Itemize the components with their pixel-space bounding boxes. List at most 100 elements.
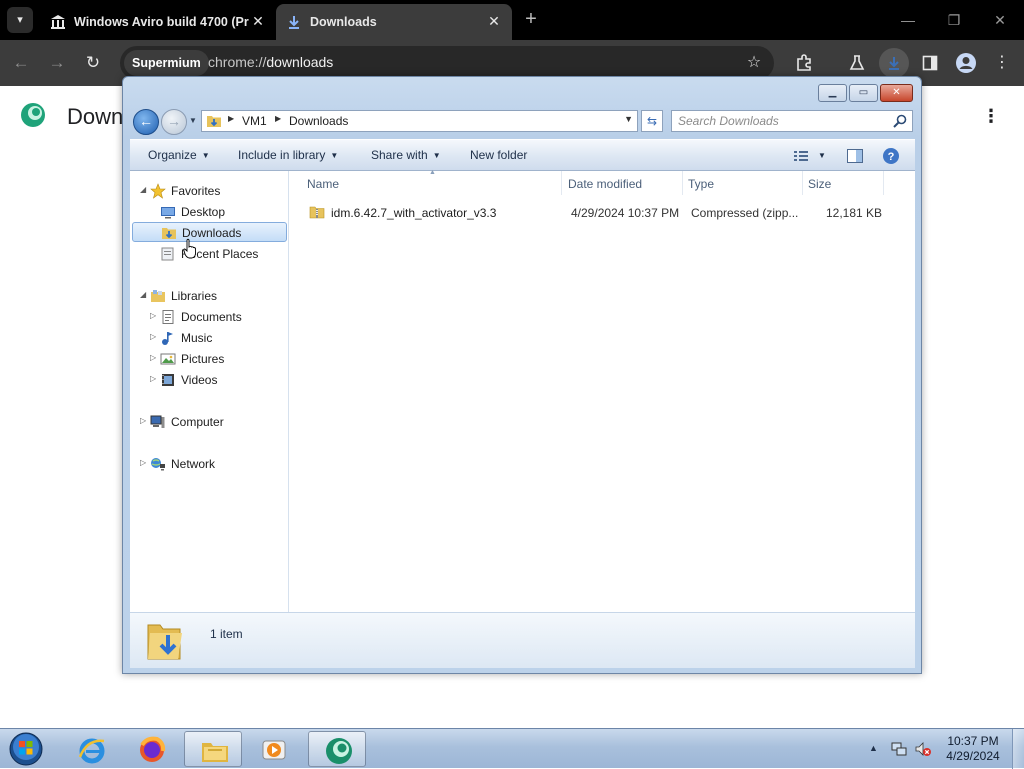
tab-title: Downloads: [310, 15, 377, 29]
nav-pictures[interactable]: ▷ Pictures: [130, 349, 287, 369]
nav-label: Documents: [181, 310, 242, 324]
taskbar-media-player[interactable]: [244, 731, 302, 767]
close-icon[interactable]: ✕: [486, 13, 502, 29]
item-count: 1 item: [210, 627, 243, 641]
back-arrow-icon[interactable]: ←: [133, 109, 159, 135]
column-date-modified[interactable]: Date modified: [568, 177, 642, 191]
taskbar-supermium-browser[interactable]: [308, 731, 366, 767]
music-icon: [162, 332, 173, 345]
new-tab-button[interactable]: +: [520, 8, 542, 30]
extensions-icon[interactable]: [791, 50, 817, 76]
header-spacer: [883, 171, 915, 195]
show-hidden-icons-button[interactable]: ▲: [869, 743, 878, 753]
start-button[interactable]: [6, 730, 46, 768]
column-name[interactable]: Name: [307, 177, 339, 191]
file-row[interactable]: idm.6.42.7_with_activator_v3.3 4/29/2024…: [303, 201, 903, 223]
breadcrumb-separator[interactable]: ▶: [228, 114, 234, 123]
collapsed-triangle-icon[interactable]: ▷: [150, 311, 156, 320]
nav-favorites[interactable]: ◢ Favorites: [130, 181, 287, 201]
downloads-button[interactable]: [879, 48, 909, 78]
breadcrumb-separator[interactable]: ▶: [275, 114, 281, 123]
forward-arrow-icon[interactable]: →: [161, 109, 187, 135]
nav-videos[interactable]: ▷ Videos: [130, 370, 287, 390]
window-close-button[interactable]: ✕: [980, 6, 1020, 34]
nav-desktop[interactable]: Desktop: [130, 202, 287, 222]
downloads-folder-icon: [207, 116, 221, 127]
new-folder-button[interactable]: New folder: [470, 148, 527, 162]
nav-label: Libraries: [171, 289, 218, 303]
breadcrumb-downloads[interactable]: Downloads: [289, 114, 348, 128]
flask-icon[interactable]: [844, 50, 870, 76]
nav-label: Music: [181, 331, 213, 345]
taskbar-firefox[interactable]: [122, 731, 180, 767]
window-restore-button[interactable]: ❐: [934, 6, 974, 34]
file-list: ▲ Name Date modified Type Size idm.6.42.…: [289, 169, 915, 612]
column-type[interactable]: Type: [688, 177, 714, 191]
collapsed-triangle-icon[interactable]: ▷: [150, 332, 156, 341]
taskbar-file-explorer[interactable]: [184, 731, 242, 767]
url-host: downloads: [266, 54, 334, 70]
share-with-menu[interactable]: Share with ▼: [371, 148, 441, 162]
desktop-icon: [161, 207, 175, 219]
search-input[interactable]: [678, 113, 878, 129]
address-dropdown-icon[interactable]: ▼: [624, 114, 633, 124]
nav-network[interactable]: ▷ Network: [130, 454, 287, 474]
network-tray-icon[interactable]: [890, 740, 908, 758]
more-menu-icon[interactable]: ⋮: [989, 50, 1015, 76]
sort-indicator-icon: ▲: [429, 169, 436, 176]
expanded-triangle-icon[interactable]: ◢: [140, 185, 146, 194]
show-desktop-button[interactable]: [1012, 729, 1024, 769]
side-panel-icon[interactable]: [917, 50, 943, 76]
system-clock[interactable]: 10:37 PM 4/29/2024: [938, 734, 1008, 764]
nav-libraries[interactable]: ◢ Libraries: [130, 286, 287, 306]
close-icon[interactable]: ✕: [250, 13, 266, 29]
page-more-icon[interactable]: ⋮: [982, 106, 1000, 126]
window-minimize-button[interactable]: —: [888, 6, 928, 34]
tab-title: Windows Aviro build 4700 (Pr: [74, 15, 249, 29]
breadcrumb-vm1[interactable]: VM1: [242, 114, 267, 128]
page-title: Downl: [67, 104, 129, 129]
refresh-icon[interactable]: ⇆: [641, 110, 663, 132]
recent-pages-dropdown[interactable]: ▼: [189, 116, 197, 125]
column-divider[interactable]: [561, 171, 562, 195]
nav-documents[interactable]: ▷ Documents: [130, 307, 287, 327]
nav-computer[interactable]: ▷ Computer: [130, 412, 287, 432]
collapsed-triangle-icon[interactable]: ▷: [140, 416, 146, 425]
expanded-triangle-icon[interactable]: ◢: [140, 290, 146, 299]
file-name: idm.6.42.7_with_activator_v3.3: [331, 206, 497, 220]
tab-search-button[interactable]: ▾: [7, 7, 33, 33]
reload-icon[interactable]: ↻: [80, 50, 106, 76]
taskbar-internet-explorer[interactable]: [62, 731, 120, 767]
volume-muted-icon[interactable]: [914, 740, 932, 758]
maximize-button[interactable]: ▭: [849, 84, 878, 102]
column-divider[interactable]: [802, 171, 803, 195]
nav-recent-places[interactable]: Recent Places: [130, 244, 287, 264]
column-divider[interactable]: [682, 171, 683, 195]
address-bar[interactable]: ▶ VM1 ▶ Downloads ▼: [201, 110, 638, 132]
collapsed-triangle-icon[interactable]: ▷: [150, 374, 156, 383]
help-icon[interactable]: ?: [882, 147, 900, 165]
preview-pane-icon[interactable]: [846, 147, 864, 165]
profile-avatar-icon[interactable]: [953, 50, 979, 76]
forward-arrow-icon[interactable]: →: [44, 50, 70, 76]
documents-icon: [162, 310, 174, 324]
url-text[interactable]: chrome://downloads: [208, 54, 333, 70]
view-dropdown-icon[interactable]: ▼: [818, 151, 826, 160]
nav-downloads[interactable]: Downloads: [132, 222, 287, 242]
bookmark-star-icon[interactable]: ☆: [741, 50, 767, 76]
organize-menu[interactable]: Organize ▼: [148, 148, 210, 162]
view-options-icon[interactable]: [792, 147, 810, 165]
tab-downloads[interactable]: Downloads ✕: [276, 4, 512, 40]
tab-windows-aviro[interactable]: Windows Aviro build 4700 (Pr ✕: [40, 4, 276, 40]
collapsed-triangle-icon[interactable]: ▷: [150, 353, 156, 362]
browser-chip[interactable]: Supermium: [124, 50, 209, 76]
search-icon[interactable]: [892, 113, 908, 129]
minimize-button[interactable]: ▁: [818, 84, 847, 102]
close-button[interactable]: ✕: [880, 84, 913, 102]
nav-music[interactable]: ▷ Music: [130, 328, 287, 348]
back-arrow-icon[interactable]: ←: [8, 50, 34, 76]
include-in-library-menu[interactable]: Include in library ▼: [238, 148, 338, 162]
column-size[interactable]: Size: [808, 177, 831, 191]
collapsed-triangle-icon[interactable]: ▷: [140, 458, 146, 467]
new-folder-label: New folder: [470, 148, 528, 162]
